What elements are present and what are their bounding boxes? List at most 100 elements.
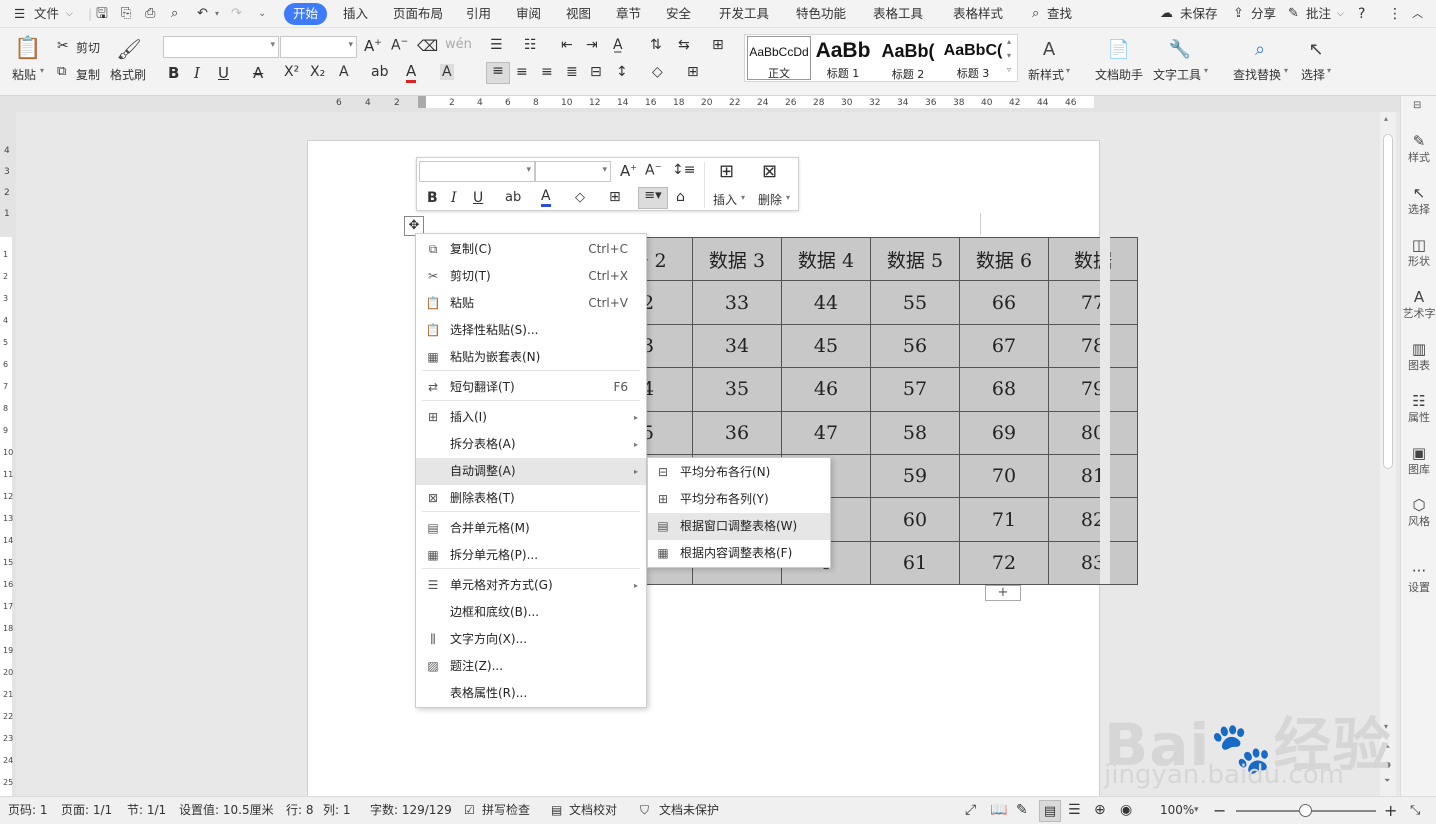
context-menu-item[interactable]: ▨ 题注(Z)...	[416, 653, 646, 680]
status-setting[interactable]: 设置值: 10.5厘米	[179, 797, 274, 824]
zoom-level[interactable]: 100%	[1160, 797, 1194, 824]
decrease-indent-icon[interactable]: ⇤	[561, 37, 573, 53]
share-button[interactable]: 分享	[1251, 0, 1276, 28]
gallery-up-icon[interactable]: ▴	[1007, 37, 1011, 46]
context-menu-item[interactable]: 表格属性(R)...	[416, 680, 646, 707]
table-cell[interactable]: 79	[1048, 367, 1138, 412]
copy-button[interactable]: 复制	[76, 66, 100, 83]
table-grid-icon[interactable]: ⊞	[712, 37, 724, 53]
status-row[interactable]: 行: 8	[286, 797, 314, 824]
align-right-icon[interactable]: ≡	[541, 64, 553, 80]
highlight-icon[interactable]: ab	[371, 64, 388, 80]
table-cell[interactable]: 72	[959, 540, 1049, 586]
find-replace-button[interactable]: 查找替换	[1233, 66, 1281, 83]
chevron-down-icon[interactable]: ▾	[741, 193, 745, 202]
table-cell[interactable]: 80	[1048, 410, 1138, 455]
outline-view-icon[interactable]: ☰	[1068, 797, 1081, 824]
delete-button[interactable]: 删除	[758, 191, 782, 208]
chevron-down-icon[interactable]: ▾	[1204, 66, 1208, 75]
page-view-icon[interactable]: ▤	[1039, 800, 1061, 822]
proofread-button[interactable]: 文档校对	[569, 797, 617, 824]
table-cell[interactable]: 44	[781, 280, 871, 325]
spell-check-button[interactable]: 拼写检查	[482, 797, 530, 824]
panel-select[interactable]: ↖ 选择	[1401, 184, 1436, 217]
chinese-layout-icon[interactable]: A̲	[613, 37, 623, 53]
context-menu-item[interactable]: 拆分表格(A) ▸	[416, 431, 646, 458]
find-icon[interactable]: ⌕	[1247, 36, 1273, 62]
context-menu-item[interactable]: ☰ 单元格对齐方式(G) ▸	[416, 572, 646, 599]
spell-check-icon[interactable]: ☑	[464, 797, 475, 824]
status-section[interactable]: 节: 1/1	[127, 797, 166, 824]
new-style-icon[interactable]: A	[1036, 36, 1062, 62]
cut-button[interactable]: 剪切	[76, 39, 100, 56]
style-heading-2[interactable]: AaBb( 标题 2	[876, 35, 940, 81]
style-heading-3[interactable]: AaBbC( 标题 3	[941, 35, 1005, 81]
table-cell[interactable]: 33	[692, 280, 782, 325]
submenu-item[interactable]: ▤ 根据窗口调整表格(W)	[648, 513, 830, 540]
align-icon[interactable]: ≡▾	[638, 187, 668, 209]
scroll-up-icon[interactable]: ▴	[1384, 114, 1388, 123]
export-icon[interactable]: ⎘	[121, 0, 131, 28]
doc-helper-button[interactable]: 文档助手	[1095, 66, 1143, 83]
search-icon[interactable]: ⌕	[1032, 0, 1039, 28]
shrink-font-icon[interactable]: A−	[645, 162, 661, 179]
font-name-select[interactable]: ▾	[163, 36, 279, 58]
context-menu-item[interactable]: ⧉ 复制(C) Ctrl+C	[416, 236, 646, 263]
grow-font-icon[interactable]: A+	[620, 162, 637, 180]
proofread-icon[interactable]: ▤	[551, 797, 562, 824]
save-icon[interactable]: 🖫	[96, 0, 108, 28]
select-button[interactable]: 选择	[1301, 66, 1325, 83]
review-button[interactable]: 批注	[1306, 0, 1331, 28]
context-menu-item[interactable]: ▦ 粘贴为嵌套表(N)	[416, 344, 646, 371]
tab-table-tools[interactable]: 表格工具	[873, 0, 923, 28]
font-color-icon[interactable]: A	[541, 188, 551, 207]
zoom-out-icon[interactable]: −	[1213, 797, 1226, 824]
font-size-select[interactable]: ▾	[535, 161, 611, 182]
new-style-button[interactable]: 新样式	[1028, 66, 1064, 83]
format-painter-icon[interactable]: 🖌	[116, 36, 141, 62]
table-cell[interactable]: 69	[959, 410, 1049, 455]
distribute-icon[interactable]: ⊟	[590, 64, 602, 80]
cursor-icon[interactable]: ↖	[1303, 36, 1329, 62]
subscript-icon[interactable]: X₂	[310, 64, 325, 80]
status-column[interactable]: 列: 1	[323, 797, 351, 824]
zoom-slider-thumb[interactable]	[1299, 804, 1312, 817]
bold-icon[interactable]: B	[427, 190, 438, 206]
shield-icon[interactable]: ⛉	[640, 797, 649, 824]
bullet-list-icon[interactable]: ☰	[490, 37, 503, 53]
vertical-scrollbar[interactable]: ▴ ▾ ⏶ ● ⏷	[1380, 112, 1396, 796]
panel-wordart[interactable]: A 艺术字	[1401, 288, 1436, 321]
chevron-down-icon[interactable]: ⌵	[66, 0, 73, 28]
comment-icon[interactable]: ✎	[1288, 0, 1299, 28]
numbered-list-icon[interactable]: ☷	[524, 37, 537, 53]
justify-icon[interactable]: ≣	[566, 64, 578, 80]
context-menu-item[interactable]: ⇄ 短句翻译(T) F6	[416, 374, 646, 401]
status-word-count[interactable]: 字数: 129/129	[370, 797, 452, 824]
panel-settings[interactable]: ··· 设置	[1401, 562, 1436, 595]
table-cell[interactable]: 61	[870, 540, 960, 586]
show-marks-icon[interactable]: ⇆	[678, 37, 690, 53]
char-shading-icon[interactable]: A	[440, 64, 454, 80]
undo-icon[interactable]: ↶	[197, 0, 208, 28]
table-cell[interactable]: 56	[870, 323, 960, 369]
italic-icon[interactable]: I	[194, 64, 200, 82]
shading-icon[interactable]: ◇	[575, 190, 585, 205]
more-icon[interactable]: ⋮	[1388, 0, 1402, 28]
context-menu-item[interactable]: 📋 选择性粘贴(S)...	[416, 317, 646, 344]
chevron-down-icon[interactable]: ▾	[1327, 66, 1331, 75]
add-row-button[interactable]: +	[985, 585, 1021, 601]
table-header-cell[interactable]: 数据 5	[870, 236, 960, 282]
table-header-cell[interactable]: 数据 6	[959, 236, 1049, 282]
context-menu-item[interactable]: ✂ 剪切(T) Ctrl+X	[416, 263, 646, 290]
gallery-expand-icon[interactable]: ▿	[1007, 65, 1011, 74]
table-cell[interactable]: 58	[870, 410, 960, 455]
paste-button[interactable]: 粘贴	[12, 66, 36, 83]
pen-icon[interactable]: ✎	[1016, 797, 1028, 824]
tab-references[interactable]: 引用	[466, 0, 491, 28]
context-menu-item[interactable]: 📋 粘贴 Ctrl+V	[416, 290, 646, 317]
unsaved-status[interactable]: 未保存	[1180, 0, 1218, 28]
context-menu-item[interactable]: ▤ 合并单元格(M)	[416, 515, 646, 542]
search-command[interactable]: 查找	[1047, 0, 1072, 28]
pinyin-icon[interactable]: wén	[445, 37, 472, 52]
panel-properties[interactable]: ☷ 属性	[1401, 392, 1436, 425]
